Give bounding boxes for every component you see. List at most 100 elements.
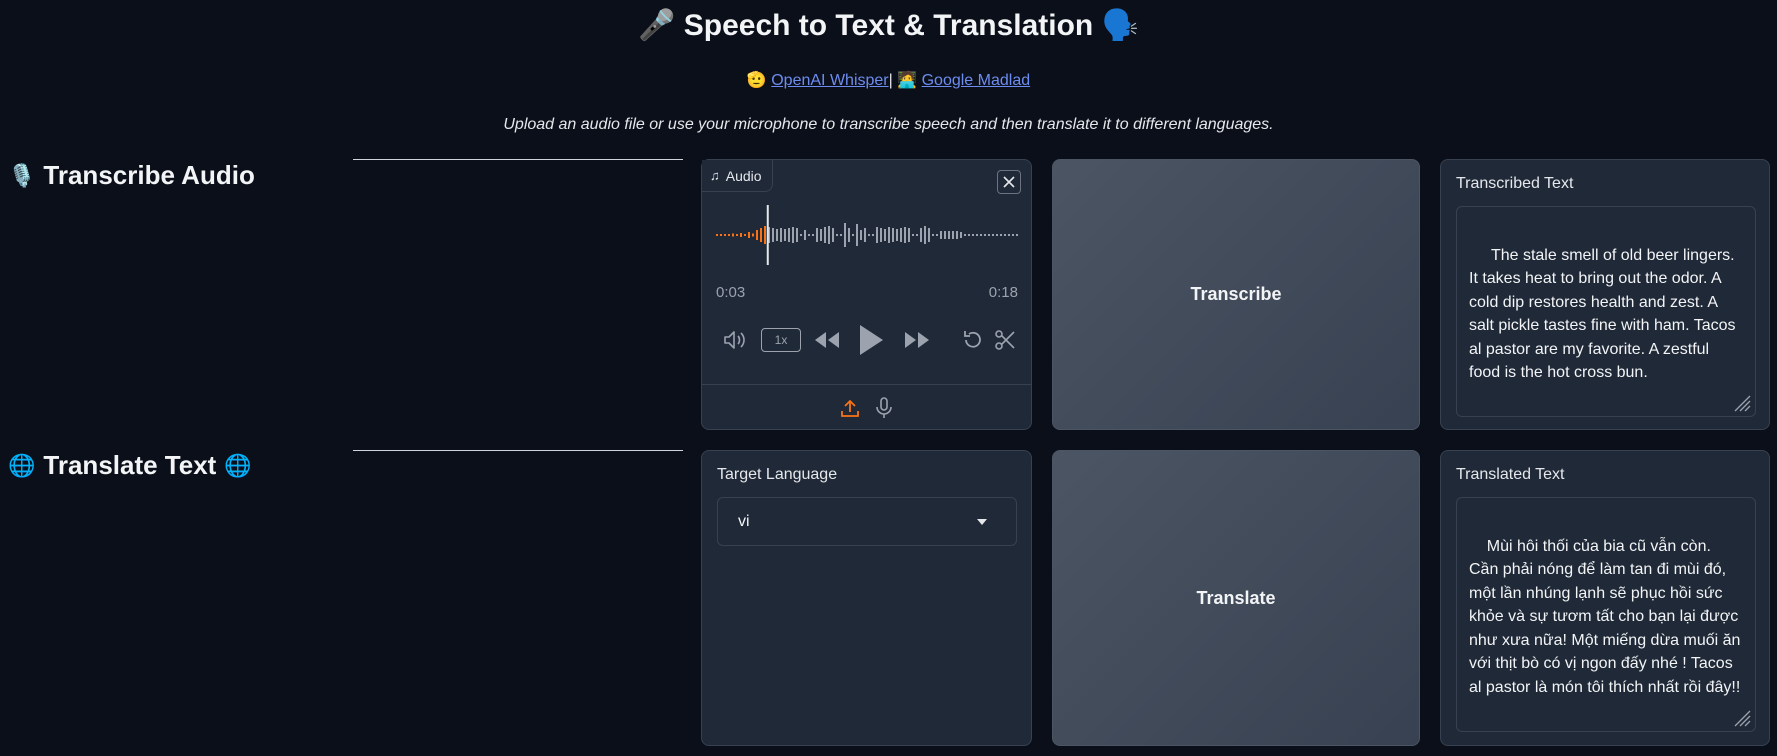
close-icon	[1003, 176, 1015, 188]
waveform-bar	[868, 234, 870, 236]
globe-icon: 🌐	[224, 452, 252, 478]
waveform-bar	[880, 228, 882, 242]
waveform-bar	[804, 230, 806, 240]
credits-links: 🫡 OpenAI Whisper| 🧑‍💻 Google Madlad	[746, 72, 1031, 89]
waveform-bar	[860, 230, 862, 240]
waveform-bar	[888, 227, 890, 243]
transcribed-text-label: Transcribed Text	[1456, 175, 1574, 192]
upload-button[interactable]	[838, 396, 862, 420]
waveform-bar	[988, 234, 990, 236]
waveform-bar	[728, 234, 730, 236]
waveform-bar	[936, 234, 938, 236]
translated-text-area[interactable]: Mùi hôi thối của bia cũ vẫn còn. Cần phả…	[1456, 497, 1756, 732]
audio-panel: ♫ Audio 0:03 0:18 1x	[701, 159, 1032, 430]
waveform-bar	[848, 228, 850, 242]
globe-icon: 🌐	[8, 452, 36, 478]
waveform-bar	[808, 234, 810, 236]
waveform-bar	[956, 231, 958, 239]
waveform-bar	[892, 228, 894, 242]
waveform-bar	[964, 234, 966, 236]
waveform-bar	[864, 228, 866, 242]
waveform-bar	[916, 234, 918, 236]
waveform-bar	[788, 228, 790, 242]
waveform-bar	[720, 234, 722, 236]
trim-button[interactable]	[992, 327, 1018, 353]
upload-icon	[841, 399, 859, 417]
waveform-bar	[792, 227, 794, 243]
waveform-bar	[976, 234, 978, 236]
transcribed-text-panel: Transcribed Text The stale smell of old …	[1440, 159, 1770, 430]
playhead[interactable]	[766, 205, 769, 265]
waveform-bar	[908, 228, 910, 242]
waveform-bar	[760, 228, 762, 242]
waveform-bar	[912, 234, 914, 236]
fast-forward-icon	[905, 332, 929, 348]
transcribe-button[interactable]: Transcribe	[1052, 159, 1420, 430]
waveform-bar	[816, 228, 818, 242]
waveform-bar	[732, 233, 734, 237]
reset-button[interactable]	[960, 327, 986, 353]
waveform-bar	[836, 234, 838, 236]
waveform-bar	[744, 234, 746, 236]
waveform-bar	[960, 232, 962, 238]
microphone-button[interactable]	[872, 396, 896, 420]
waveform-bar	[840, 234, 842, 236]
waveform-bar	[928, 228, 930, 242]
audio-footer-divider	[702, 384, 1031, 385]
waveform-bar	[924, 226, 926, 244]
waveform-bar	[932, 234, 934, 236]
waveform-bar	[844, 223, 846, 247]
transcribed-text-area[interactable]: The stale smell of old beer lingers. It …	[1456, 206, 1756, 417]
translate-button[interactable]: Translate	[1052, 450, 1420, 746]
waveform-bar	[940, 231, 942, 239]
divider	[353, 159, 683, 160]
microphone-icon: 🎙️	[8, 162, 36, 188]
chevron-down-icon	[977, 519, 987, 525]
music-note-icon: ♫	[710, 168, 720, 183]
volume-button[interactable]	[722, 327, 748, 353]
waveform-bar	[776, 229, 778, 241]
waveform-bar	[780, 228, 782, 242]
waveform-bar	[1000, 234, 1002, 236]
person-laptop-icon: 🧑‍💻	[897, 72, 918, 89]
waveform-bar	[992, 234, 994, 236]
playback-speed-button[interactable]: 1x	[761, 328, 801, 352]
openai-whisper-link[interactable]: OpenAI Whisper	[771, 72, 888, 89]
rewind-button[interactable]	[812, 327, 842, 353]
translate-heading: 🌐 Translate Text 🌐	[8, 450, 252, 480]
waveform-bar	[828, 226, 830, 244]
waveform-bar	[852, 234, 854, 236]
waveform-bar	[736, 234, 738, 236]
play-button[interactable]	[856, 320, 886, 360]
waveform-bar	[948, 231, 950, 239]
resize-handle-icon[interactable]	[1729, 705, 1751, 727]
google-madlad-link[interactable]: Google Madlad	[922, 72, 1031, 89]
waveform-bar	[996, 234, 998, 236]
microphone-icon	[876, 397, 892, 418]
waveform-bar	[824, 227, 826, 243]
waveform-bar	[832, 228, 834, 242]
waveform-bar	[980, 234, 982, 236]
fast-forward-button[interactable]	[902, 327, 932, 353]
audio-tag: ♫ Audio	[702, 160, 773, 192]
waveform-bar	[812, 234, 814, 236]
scissors-icon	[995, 330, 1015, 350]
target-language-panel: Target Language vi	[701, 450, 1032, 746]
audio-waveform[interactable]	[716, 205, 1020, 265]
target-language-dropdown[interactable]: vi	[717, 497, 1017, 546]
current-time: 0:03	[716, 284, 746, 301]
waveform-bar	[796, 228, 798, 242]
waveform-bar	[856, 224, 858, 246]
waveform-bar	[884, 229, 886, 241]
waveform-bar	[944, 231, 946, 239]
rewind-icon	[815, 332, 839, 348]
waveform-bar	[896, 229, 898, 241]
duration-time: 0:18	[988, 284, 1018, 301]
waveform-bar	[876, 227, 878, 243]
waveform-bar	[968, 234, 970, 236]
waveform-bar	[764, 226, 766, 244]
close-audio-button[interactable]	[997, 170, 1021, 194]
waveform-bar	[1012, 234, 1014, 236]
resize-handle-icon[interactable]	[1729, 390, 1751, 412]
waveform-bar	[772, 228, 774, 242]
